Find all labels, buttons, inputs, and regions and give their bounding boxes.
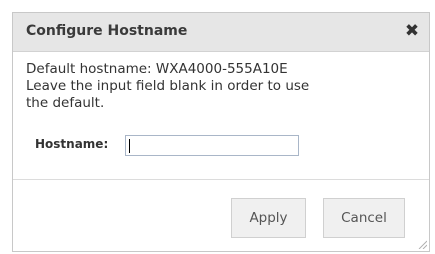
cancel-button[interactable]: Cancel (323, 198, 405, 238)
resize-grip-icon[interactable] (417, 239, 427, 249)
dialog-titlebar[interactable]: Configure Hostname ✖ (13, 13, 429, 52)
hostname-input[interactable] (125, 135, 299, 156)
configure-hostname-dialog: Configure Hostname ✖ Default hostname: W… (12, 12, 430, 252)
apply-button[interactable]: Apply (231, 198, 306, 238)
text-cursor (129, 139, 130, 153)
default-hostname-text: Default hostname: WXA4000-555A10E (26, 61, 288, 77)
dialog-title: Configure Hostname (26, 23, 188, 39)
instruction-text-line2: the default. (26, 95, 105, 111)
footer-divider (13, 179, 429, 180)
hostname-label: Hostname: (35, 137, 109, 151)
close-icon[interactable]: ✖ (402, 20, 422, 42)
dialog-message: Default hostname: WXA4000-555A10E Leave … (26, 61, 421, 112)
instruction-text-line1: Leave the input field blank in order to … (26, 78, 310, 94)
